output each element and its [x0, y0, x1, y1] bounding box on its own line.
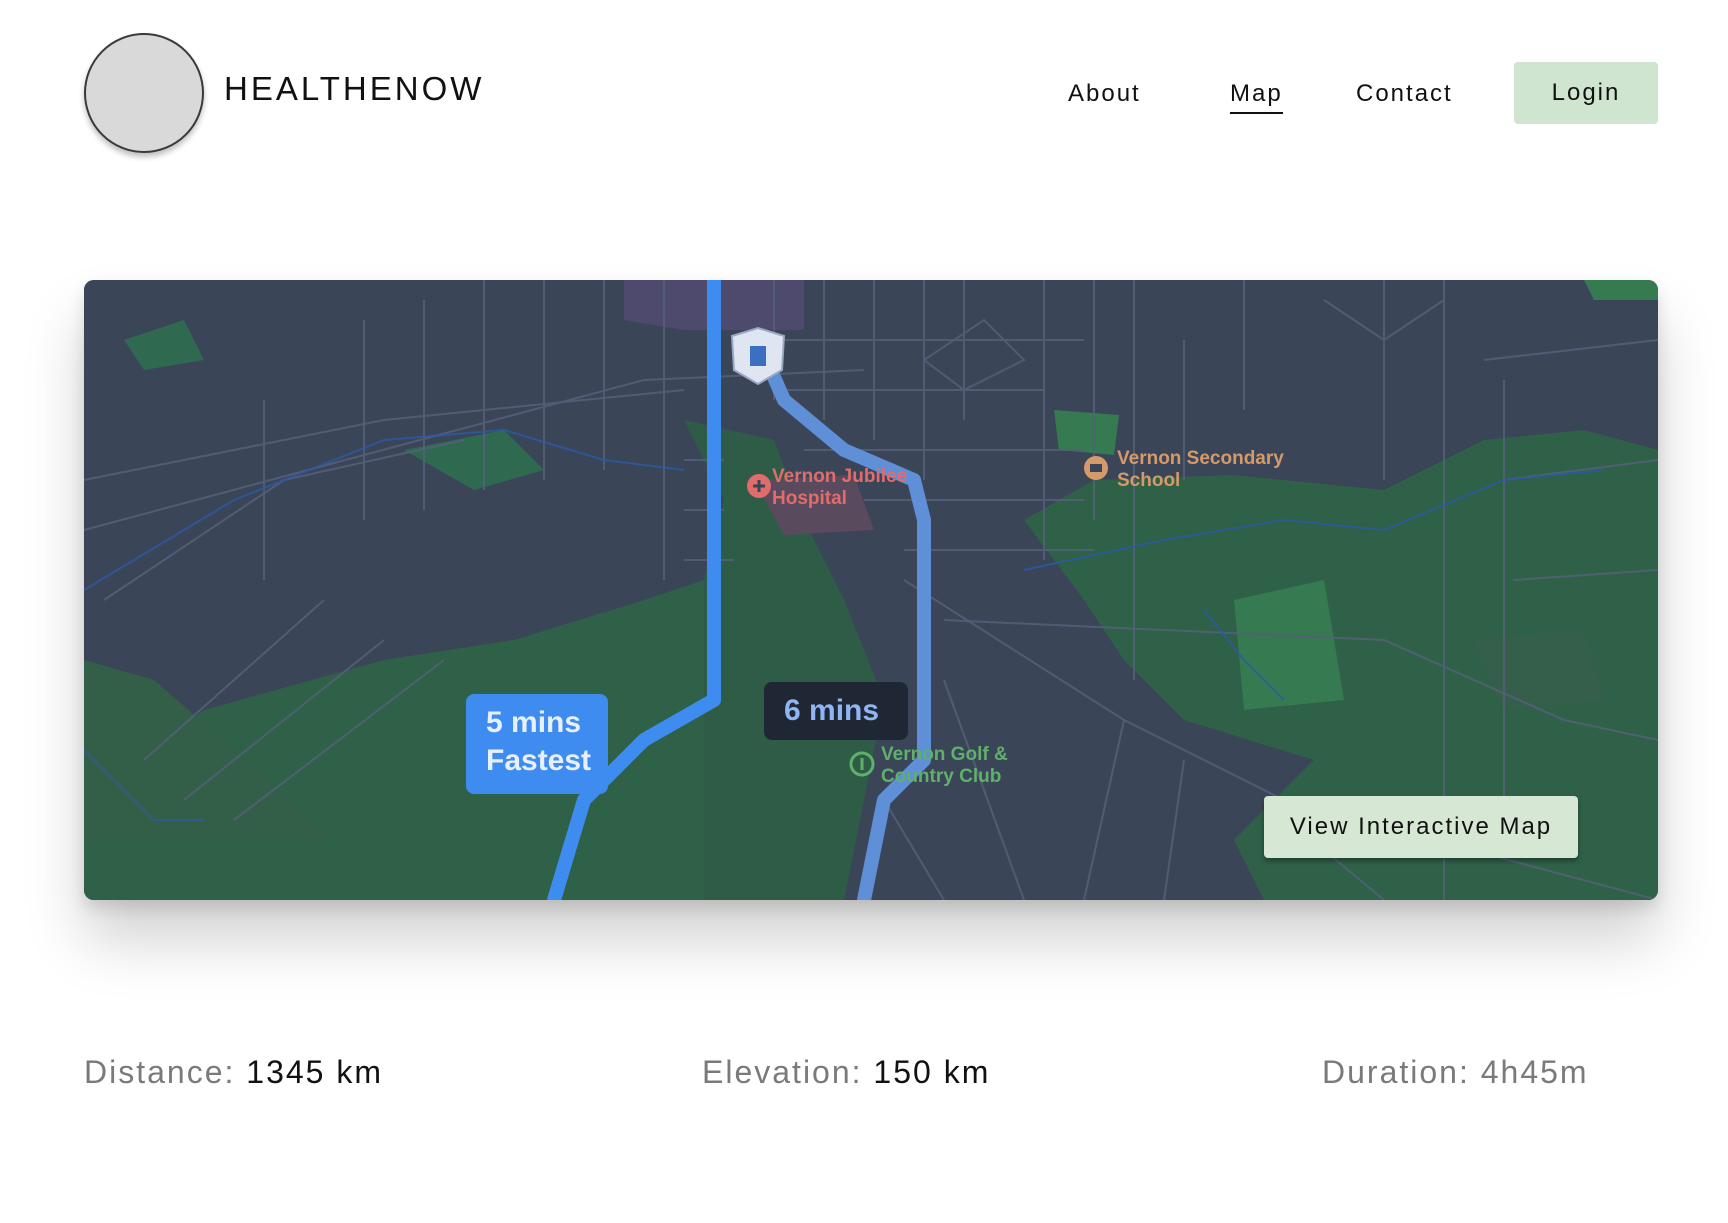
nav-map-link[interactable]: Map: [1230, 80, 1283, 114]
hospital-icon: [747, 474, 771, 498]
poi-school-line2: School: [1117, 470, 1181, 491]
route-fastest-time: 5 mins: [486, 706, 582, 739]
route-fastest-label[interactable]: 5 mins Fastest: [466, 694, 608, 794]
page: HEALTHENOW About Map Contact Login 5 min…: [0, 0, 1728, 1223]
route-alt-label[interactable]: 6 mins: [764, 682, 908, 740]
poi-school-label[interactable]: Vernon Secondary School: [1117, 448, 1284, 492]
nav-contact-link[interactable]: Contact: [1356, 80, 1453, 108]
route-alt-time: 6 mins: [784, 694, 880, 727]
stat-distance-value: 1345 km: [246, 1054, 384, 1090]
school-icon: [1084, 456, 1108, 480]
stat-duration: Duration: 4h45m: [1322, 1054, 1589, 1091]
stat-elevation-label: Elevation:: [702, 1054, 863, 1090]
stat-distance: Distance: 1345 km: [84, 1054, 383, 1091]
brand-name: HEALTHENOW: [224, 70, 485, 107]
stat-duration-label: Duration:: [1322, 1054, 1470, 1090]
route-fastest-tag: Fastest: [486, 744, 592, 777]
map-preview[interactable]: 5 mins Fastest 6 mins Vernon Jubilee Hos…: [84, 280, 1658, 900]
nav-about-link[interactable]: About: [1068, 80, 1141, 108]
poi-hospital-line2: Hospital: [772, 488, 847, 509]
poi-school-line1: Vernon Secondary: [1117, 448, 1284, 469]
stat-elevation-value: 150 km: [873, 1054, 991, 1090]
poi-golf-line2: Country Club: [881, 766, 1002, 787]
stat-elevation: Elevation: 150 km: [702, 1054, 990, 1091]
stat-distance-label: Distance:: [84, 1054, 236, 1090]
stat-duration-value: 4h45m: [1480, 1054, 1589, 1090]
poi-golf-line1: Vernon Golf &: [881, 744, 1008, 765]
view-interactive-map-button[interactable]: View Interactive Map: [1264, 796, 1578, 858]
logo-avatar[interactable]: [84, 33, 204, 153]
poi-hospital-label[interactable]: Vernon Jubilee Hospital: [772, 466, 907, 510]
poi-hospital-line1: Vernon Jubilee: [772, 466, 908, 487]
login-button[interactable]: Login: [1514, 62, 1658, 124]
poi-golf-label[interactable]: Vernon Golf & Country Club: [881, 744, 1008, 788]
